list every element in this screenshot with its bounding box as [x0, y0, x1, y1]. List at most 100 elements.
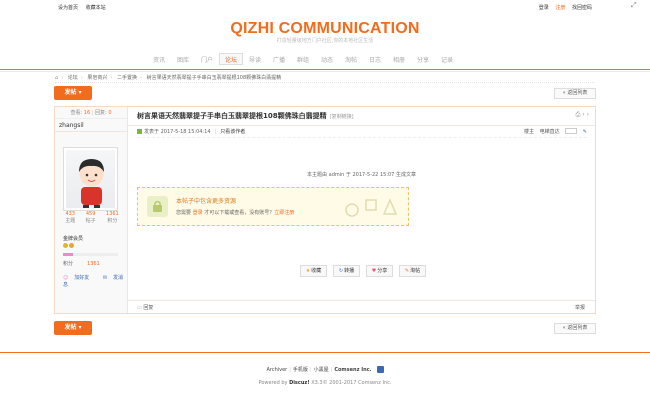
login-link[interactable]: 登录: [193, 210, 203, 216]
new-post-button[interactable]: 发帖 ▾: [54, 86, 92, 100]
fullscreen-icon[interactable]: ⤢: [631, 2, 638, 9]
avatar-image: [79, 159, 104, 208]
new-post-button-bottom[interactable]: 发帖 ▾: [54, 321, 92, 335]
divider: [128, 300, 595, 301]
report-link[interactable]: 举报: [575, 304, 585, 311]
goto-floor-label: 电梯直达: [539, 129, 560, 135]
nav-item[interactable]: 导读: [243, 54, 267, 68]
footer-links: Archiver | 手机版 | 小黑屋 | Comsenz Inc.: [0, 366, 650, 373]
medal-icon: [63, 243, 79, 249]
chevron-down-icon: ▾: [78, 89, 82, 96]
nav-divider: [0, 69, 650, 70]
security-badge-icon[interactable]: [376, 366, 384, 373]
add-favorite-link[interactable]: 收藏本站: [86, 5, 106, 11]
register-now-link[interactable]: 立即注册: [274, 210, 294, 216]
archiver-link[interactable]: Archiver: [266, 367, 287, 373]
product-link[interactable]: Discuz!: [289, 380, 310, 386]
powered-by: Powered by Discuz! X3.3© 2001-2017 Comse…: [0, 380, 650, 386]
blackroom-link[interactable]: 小黑屋: [314, 367, 329, 373]
nav-item[interactable]: 淘帖: [339, 54, 363, 68]
back-to-list-label: 返回列表: [567, 90, 588, 96]
floor-label: 楼主: [523, 129, 534, 135]
only-author-link[interactable]: 只看该作者: [220, 129, 245, 135]
hidden-msg-part: 您需要: [176, 210, 192, 216]
collect-button[interactable]: ✎淘帖: [399, 265, 426, 277]
print-icon[interactable]: ⎙: [576, 111, 581, 118]
post-title-text: 树言果语天然翡翠提子手串白玉翡翠提根108颗佛珠白翡提精: [137, 112, 327, 120]
nav-item[interactable]: 记录: [435, 54, 459, 68]
nav-item[interactable]: 动态: [315, 54, 339, 68]
star-icon: ★: [305, 268, 311, 274]
hidden-content-box: 本帖子中包含更多资源 您需要 登录 才可以下载或查看，没有账号？立即注册: [137, 187, 409, 226]
post-meta: 发表于 2017-5-18 15:04:14 | 只看该作者: [137, 128, 249, 135]
stat-posts[interactable]: 459 帖子: [86, 211, 96, 224]
site-logo[interactable]: QIZHI COMMUNICATION: [0, 20, 650, 38]
avatar[interactable]: [63, 147, 118, 211]
new-post-label: 发帖: [64, 89, 77, 96]
back-to-list-button-bottom[interactable]: « 返回列表: [554, 323, 596, 334]
nav-item[interactable]: 分享: [411, 54, 435, 68]
breadcrumb: ⌂ › 论坛 › 果皂商兴 › 二手置换 › 树言果语天然翡翠提子手串白玉翡翠提根108…: [55, 74, 595, 83]
floor-number-input[interactable]: [565, 128, 578, 134]
nav-item[interactable]: 资讯: [147, 54, 171, 68]
arrow-left-icon: «: [562, 90, 566, 96]
breadcrumb-current[interactable]: 树言果语天然翡翠提子手串白玉翡翠提根108颗佛珠白翡提精: [147, 75, 282, 81]
next-thread-icon[interactable]: ›: [587, 111, 589, 118]
nav-item[interactable]: 图库: [171, 54, 195, 68]
prev-thread-icon[interactable]: ‹: [582, 111, 584, 118]
breadcrumb-item[interactable]: 果皂商兴: [87, 75, 107, 81]
arrow-left-icon: «: [562, 325, 566, 331]
repost-button[interactable]: ↻转播: [333, 265, 360, 277]
collect-label: 淘帖: [410, 268, 421, 274]
breadcrumb-item[interactable]: 论坛: [68, 75, 78, 81]
repost-label: 转播: [344, 268, 355, 274]
add-friend-button[interactable]: ☺ 加好友: [63, 275, 95, 281]
stat-label: 积分: [107, 218, 118, 224]
author-sidebar: 查看: 16 | 回复: 0 zhangsil 433 主题 459 帖子 13…: [55, 107, 128, 313]
nav-item[interactable]: 日志: [363, 54, 387, 68]
home-icon[interactable]: ⌂: [55, 75, 58, 81]
register-link[interactable]: 注册: [555, 5, 565, 11]
stat-value: 433: [65, 211, 75, 217]
company-name[interactable]: Comsenz Inc.: [334, 367, 371, 373]
level-progress-bar: [63, 253, 118, 256]
hidden-msg-part: 才可以下载或查看，没有账号？: [204, 210, 275, 216]
mobile-link[interactable]: 手机版: [293, 367, 308, 373]
views-count: 16: [83, 110, 91, 116]
thread-stats: 查看: 16 | 回复: 0: [55, 107, 127, 119]
stat-value: 459: [85, 211, 96, 217]
forgot-password-link[interactable]: 找回密码: [572, 5, 592, 11]
nav-item-forum[interactable]: 论坛: [219, 53, 243, 65]
back-to-list-button[interactable]: « 返回列表: [554, 88, 596, 99]
floor-info: 楼主 电梯直达 ✎: [520, 128, 587, 135]
points-row: 积分 1361: [63, 260, 100, 267]
stat-threads[interactable]: 433 主题: [65, 211, 75, 224]
set-homepage-link[interactable]: 设为首页: [58, 5, 78, 11]
share-icon: ↻: [338, 268, 344, 274]
edit-icon: ✎: [404, 268, 410, 274]
nav-item[interactable]: 广播: [267, 54, 291, 68]
post-actions: ★收藏 ↻转播 ♥分享 ✎淘帖: [300, 265, 426, 277]
goto-floor-icon[interactable]: ✎: [583, 129, 587, 135]
nav-item[interactable]: 门户: [195, 54, 219, 68]
edit-note: 本主题由 admin 于 2017-5-22 15:07 生成文章: [307, 172, 416, 178]
author-name[interactable]: zhangsil: [59, 122, 84, 129]
login-link[interactable]: 登录: [539, 5, 549, 11]
nav-item[interactable]: 相册: [387, 54, 411, 68]
nav-item[interactable]: 群组: [291, 54, 315, 68]
member-level[interactable]: 金牌会员: [63, 235, 83, 242]
breadcrumb-item[interactable]: 二手置换: [117, 75, 137, 81]
divider: [137, 137, 587, 138]
reply-button[interactable]: ▭ 回复: [137, 304, 153, 311]
favorite-button[interactable]: ★收藏: [300, 265, 327, 277]
points-label: 积分: [63, 261, 74, 267]
post-date: 发表于 2017-5-18 15:04:14: [144, 129, 211, 135]
back-to-list-label: 返回列表: [567, 325, 588, 331]
reply-label: 回复: [143, 305, 154, 311]
message-icon: ✉: [102, 275, 108, 281]
stat-points[interactable]: 1361 积分: [106, 211, 119, 224]
copy-link-button[interactable]: [复制链接]: [330, 114, 354, 120]
divider: [128, 125, 595, 126]
level-progress-fill: [63, 253, 73, 256]
share-button[interactable]: ♥分享: [366, 265, 393, 277]
